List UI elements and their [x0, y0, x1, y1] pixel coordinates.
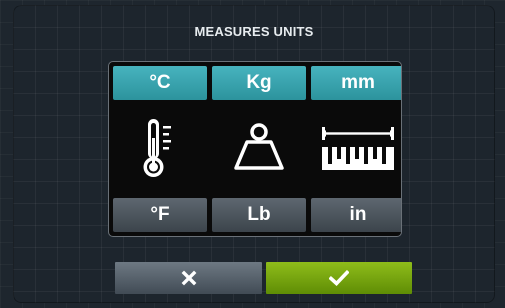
- close-icon: [181, 270, 196, 286]
- dialog-title: MEASURES UNITS: [194, 24, 314, 39]
- ruler-icon: [311, 106, 401, 190]
- cancel-button[interactable]: [115, 262, 262, 294]
- inch-option[interactable]: in: [311, 198, 401, 232]
- kilogram-option[interactable]: Kg: [212, 66, 306, 100]
- units-panel: °C Kg mm °F Lb in: [108, 61, 402, 237]
- millimeter-option[interactable]: mm: [311, 66, 401, 100]
- checkmark-icon: [329, 270, 349, 286]
- celsius-option[interactable]: °C: [113, 66, 207, 100]
- fahrenheit-option[interactable]: °F: [113, 198, 207, 232]
- thermometer-icon: [113, 106, 207, 190]
- weight-icon: [212, 106, 306, 190]
- confirm-button[interactable]: [266, 262, 412, 294]
- measures-units-dialog: MEASURES UNITS °C Kg mm °F Lb in: [13, 5, 495, 303]
- pound-option[interactable]: Lb: [212, 198, 306, 232]
